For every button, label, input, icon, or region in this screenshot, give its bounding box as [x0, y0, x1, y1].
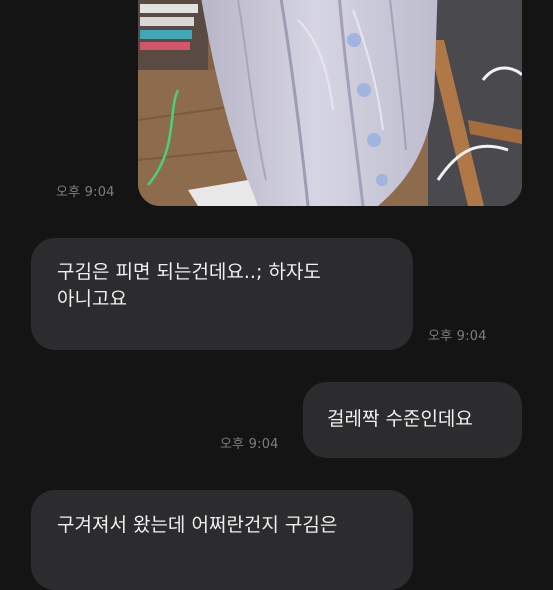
message-timestamp: 오후 9:04: [428, 329, 487, 344]
received-message-bubble[interactable]: 구김은 피면 되는건데요..; 하자도 아니고요: [31, 238, 413, 350]
sent-photo-message[interactable]: [138, 0, 522, 206]
message-text-line: 구겨져서 왔는데 어쩌란건지 구김은: [57, 514, 338, 536]
chat-thread: 오후 9:04 구김은 피면 되는건데요..; 하자도 아니고요 오후 9:04…: [0, 0, 553, 590]
message-text-line: 구김은 피면 되는건데요..; 하자도: [57, 261, 321, 283]
message-timestamp: 오후 9:04: [56, 185, 115, 200]
message-text-line: 걸레짝 수준인데요: [327, 408, 473, 430]
photo-image: [138, 0, 522, 206]
sent-message-bubble[interactable]: 걸레짝 수준인데요: [303, 382, 522, 458]
message-timestamp: 오후 9:04: [220, 437, 279, 452]
received-message-bubble[interactable]: 구겨져서 왔는데 어쩌란건지 구김은: [31, 490, 413, 590]
message-text-line: 아니고요: [57, 288, 127, 310]
